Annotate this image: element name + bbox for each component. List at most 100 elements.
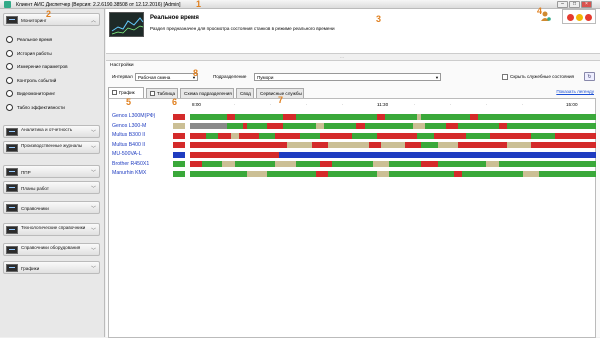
maximize-button[interactable]: □ [569, 1, 580, 8]
machine-name[interactable]: Genos L300M(РФ) [112, 113, 155, 120]
machine-name[interactable]: Multus B300 II [112, 132, 145, 139]
machine-name[interactable]: MU-500VA-L [112, 151, 142, 158]
sidebar-section[interactable]: Справочники оборудования ﹀ [3, 243, 100, 256]
timeline-segment [388, 161, 423, 167]
chevron-down-icon: ﹀ [90, 248, 96, 254]
machine-name[interactable]: Manurhin KMX [112, 170, 146, 177]
timeline-segment [384, 113, 419, 120]
sidebar-item-label: Измерение параметров [17, 64, 68, 69]
main-panel: Настройки Интервал Рабочая смена ▼ Подра… [106, 60, 600, 338]
division-select[interactable]: Пумори ▼ [254, 73, 441, 81]
machine-timeline[interactable] [190, 132, 596, 139]
timeline-segment [352, 132, 378, 139]
timeline-segment [405, 142, 423, 148]
timeline-segment [319, 132, 354, 139]
timeline-segment [490, 132, 533, 139]
timeline-segment [267, 123, 285, 129]
interval-select[interactable]: Рабочая смена ▼ [135, 73, 198, 81]
timeline-segment [531, 132, 557, 139]
chevron-down-icon: ▼ [435, 75, 439, 80]
machine-timeline[interactable] [190, 161, 596, 167]
annotation-marker: 5 [126, 97, 132, 107]
timeline-segment [283, 123, 318, 129]
timeline-segment [372, 161, 391, 167]
interval-label: Интервал [112, 74, 133, 79]
timeline-segment [295, 161, 322, 167]
tab-label: Схема подразделения [184, 91, 232, 96]
sidebar-section[interactable]: Графики ﹀ [3, 261, 100, 274]
time-tick-label: 8:00 [192, 102, 201, 107]
machine-timeline[interactable] [190, 142, 596, 148]
machine-timeline[interactable] [190, 123, 596, 129]
machine-name[interactable]: Genos L300-M [112, 123, 146, 130]
chevron-down-icon: ﹀ [90, 130, 96, 136]
timeline-segment [425, 123, 447, 129]
sidebar-section[interactable]: Планы работ ﹀ [3, 181, 100, 194]
timeline-segment [376, 132, 419, 139]
settings-heading: Настройки [110, 63, 134, 68]
minimize-button[interactable]: – [557, 1, 568, 8]
page-header: Реальное время Раздел предназначен для п… [106, 9, 600, 54]
machine-status-indicator [173, 151, 185, 158]
sidebar-section[interactable]: Аналитика и отчетность ﹀ [3, 125, 100, 138]
time-tick-mark: · [522, 102, 524, 107]
machine-timeline[interactable] [190, 170, 596, 177]
status-light-red [567, 14, 574, 21]
division-value: Пумори [257, 75, 274, 80]
sidebar-section-monitoring[interactable]: Мониторинг ︿ [3, 13, 100, 26]
annotation-marker: 3 [376, 14, 382, 24]
sidebar-section[interactable]: Технологические справочники ﹀ [3, 223, 100, 236]
hide-service-label: Скрыть служебные состояния [510, 74, 575, 79]
annotation-marker: 7 [278, 95, 284, 105]
section-thumbnail [109, 12, 144, 37]
timeline-segment [299, 132, 322, 139]
sidebar-section[interactable]: Производственные журналы ﹀ [3, 141, 100, 154]
timeline-segment [531, 142, 596, 148]
timeline-segment [311, 142, 330, 148]
chevron-down-icon: ﹀ [90, 228, 96, 234]
sidebar-item-label: История работы [17, 50, 52, 56]
sidebar-section[interactable]: Справочники ﹀ [3, 201, 100, 214]
timeline-segment [417, 132, 435, 139]
section-label: Технологические справочники [21, 225, 86, 230]
machine-name[interactable]: Brother R450X1 [112, 161, 149, 168]
show-legend-link[interactable]: Показать легенду [556, 89, 594, 94]
machine-status-indicator [173, 113, 185, 120]
timeline-segment [246, 170, 269, 177]
scoreboard-icon [6, 103, 13, 111]
sidebar-section[interactable]: ППР ﹀ [3, 165, 100, 178]
section-label: Справочники [21, 205, 49, 211]
section-label: Аналитика и отчетность [21, 127, 73, 132]
timeline-segment [275, 132, 301, 139]
warning-icon [6, 76, 13, 84]
time-tick-mark: · [486, 102, 488, 107]
history-icon [6, 49, 13, 57]
refresh-icon[interactable]: ↻ [584, 72, 595, 81]
tab-checkbox[interactable] [150, 91, 155, 96]
timeline-segment [388, 170, 456, 177]
section-icon [6, 264, 18, 272]
tab[interactable]: Схема подразделения [180, 88, 234, 98]
time-tick-mark: · [342, 102, 344, 107]
view-tabs: График Таблица Схема подразделения Свод Серв… [106, 87, 600, 98]
close-button[interactable]: × [581, 1, 592, 8]
annotation-marker: 4 [537, 6, 543, 16]
tab[interactable]: Свод [236, 88, 254, 98]
timeline-segment [226, 123, 244, 129]
machine-name[interactable]: Multus B400 II [112, 142, 145, 149]
hide-service-checkbox[interactable] [502, 74, 508, 80]
machine-timeline[interactable] [190, 151, 596, 158]
clock-icon [6, 36, 13, 43]
timeline-segment [190, 170, 249, 177]
section-icon [6, 144, 18, 152]
sidebar-item-label: Табло эффективности [17, 104, 65, 110]
machine-timeline[interactable] [190, 113, 596, 120]
machine-status-indicator [173, 170, 185, 177]
timeline-segment [462, 170, 525, 177]
timeline-segment [259, 132, 277, 139]
time-tick-mark: · [378, 102, 380, 107]
tab-checkbox[interactable] [112, 90, 117, 95]
machine-status-indicator [173, 142, 185, 148]
time-tick-mark: · [450, 102, 452, 107]
time-tick-label: 15:00 [566, 102, 578, 107]
